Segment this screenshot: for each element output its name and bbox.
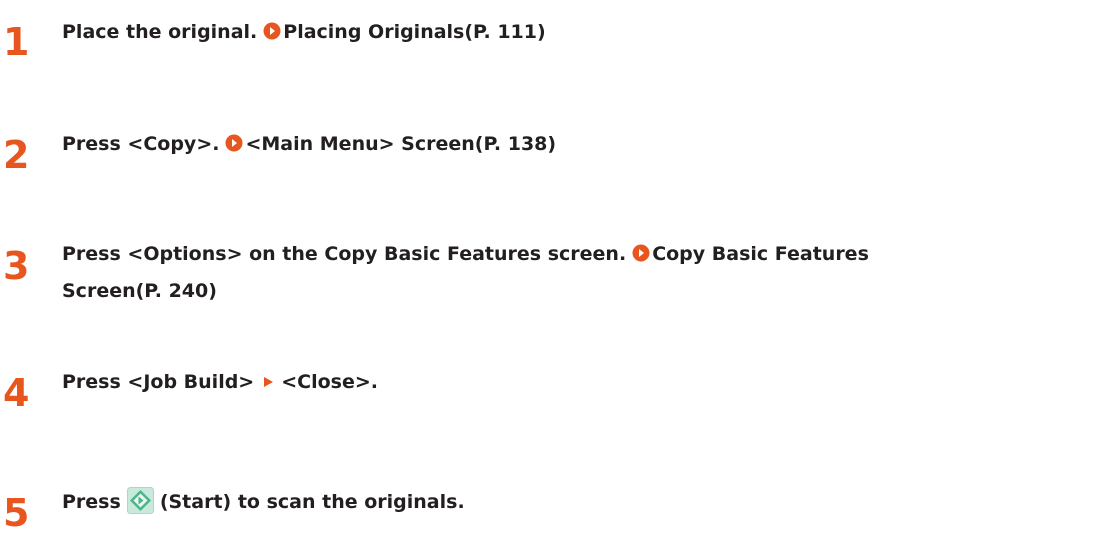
- step-instruction: Place the original.: [62, 21, 258, 43]
- step-number: 5: [3, 491, 30, 535]
- main-menu-screen-link[interactable]: <Main Menu> Screen(P. 138): [245, 133, 556, 155]
- step-text: Press <Options> on the Copy Basic Featur…: [62, 236, 1120, 310]
- step-instruction: Press <Job Build>: [62, 371, 255, 393]
- orange-triangle-icon: [264, 377, 274, 387]
- step-text: Press <Job Build> <Close>.: [62, 364, 1120, 401]
- start-button-icon[interactable]: [126, 487, 154, 514]
- step-number: 1: [3, 20, 30, 64]
- step-text: Press <Copy>. <Main Menu> Screen(P. 138): [62, 126, 1120, 163]
- step-number: 4: [3, 371, 30, 415]
- step-instruction: Press <Options> on the Copy Basic Featur…: [62, 243, 627, 265]
- step-instruction-continued: <Close>.: [281, 371, 378, 393]
- orange-circle-arrow-icon: [632, 244, 650, 262]
- copy-basic-features-link-continued[interactable]: Screen(P. 240): [62, 280, 217, 302]
- step-instruction: Press: [62, 491, 121, 513]
- step-line-1: Press <Options> on the Copy Basic Featur…: [62, 236, 1120, 273]
- step-line-2: Screen(P. 240): [62, 273, 1120, 310]
- step-text: Press (Start) to scan the originals.: [62, 484, 1120, 521]
- step-number: 3: [3, 244, 30, 288]
- step-instruction-continued: (Start) to scan the originals.: [159, 491, 465, 513]
- copy-basic-features-link[interactable]: Copy Basic Features: [652, 243, 869, 265]
- step-text: Place the original. Placing Originals(P. …: [62, 14, 1120, 51]
- step-number: 2: [3, 133, 30, 177]
- orange-circle-arrow-icon: [263, 22, 281, 40]
- orange-circle-arrow-icon: [225, 134, 243, 152]
- step-instruction: Press <Copy>.: [62, 133, 220, 155]
- placing-originals-link[interactable]: Placing Originals(P. 111): [283, 21, 545, 43]
